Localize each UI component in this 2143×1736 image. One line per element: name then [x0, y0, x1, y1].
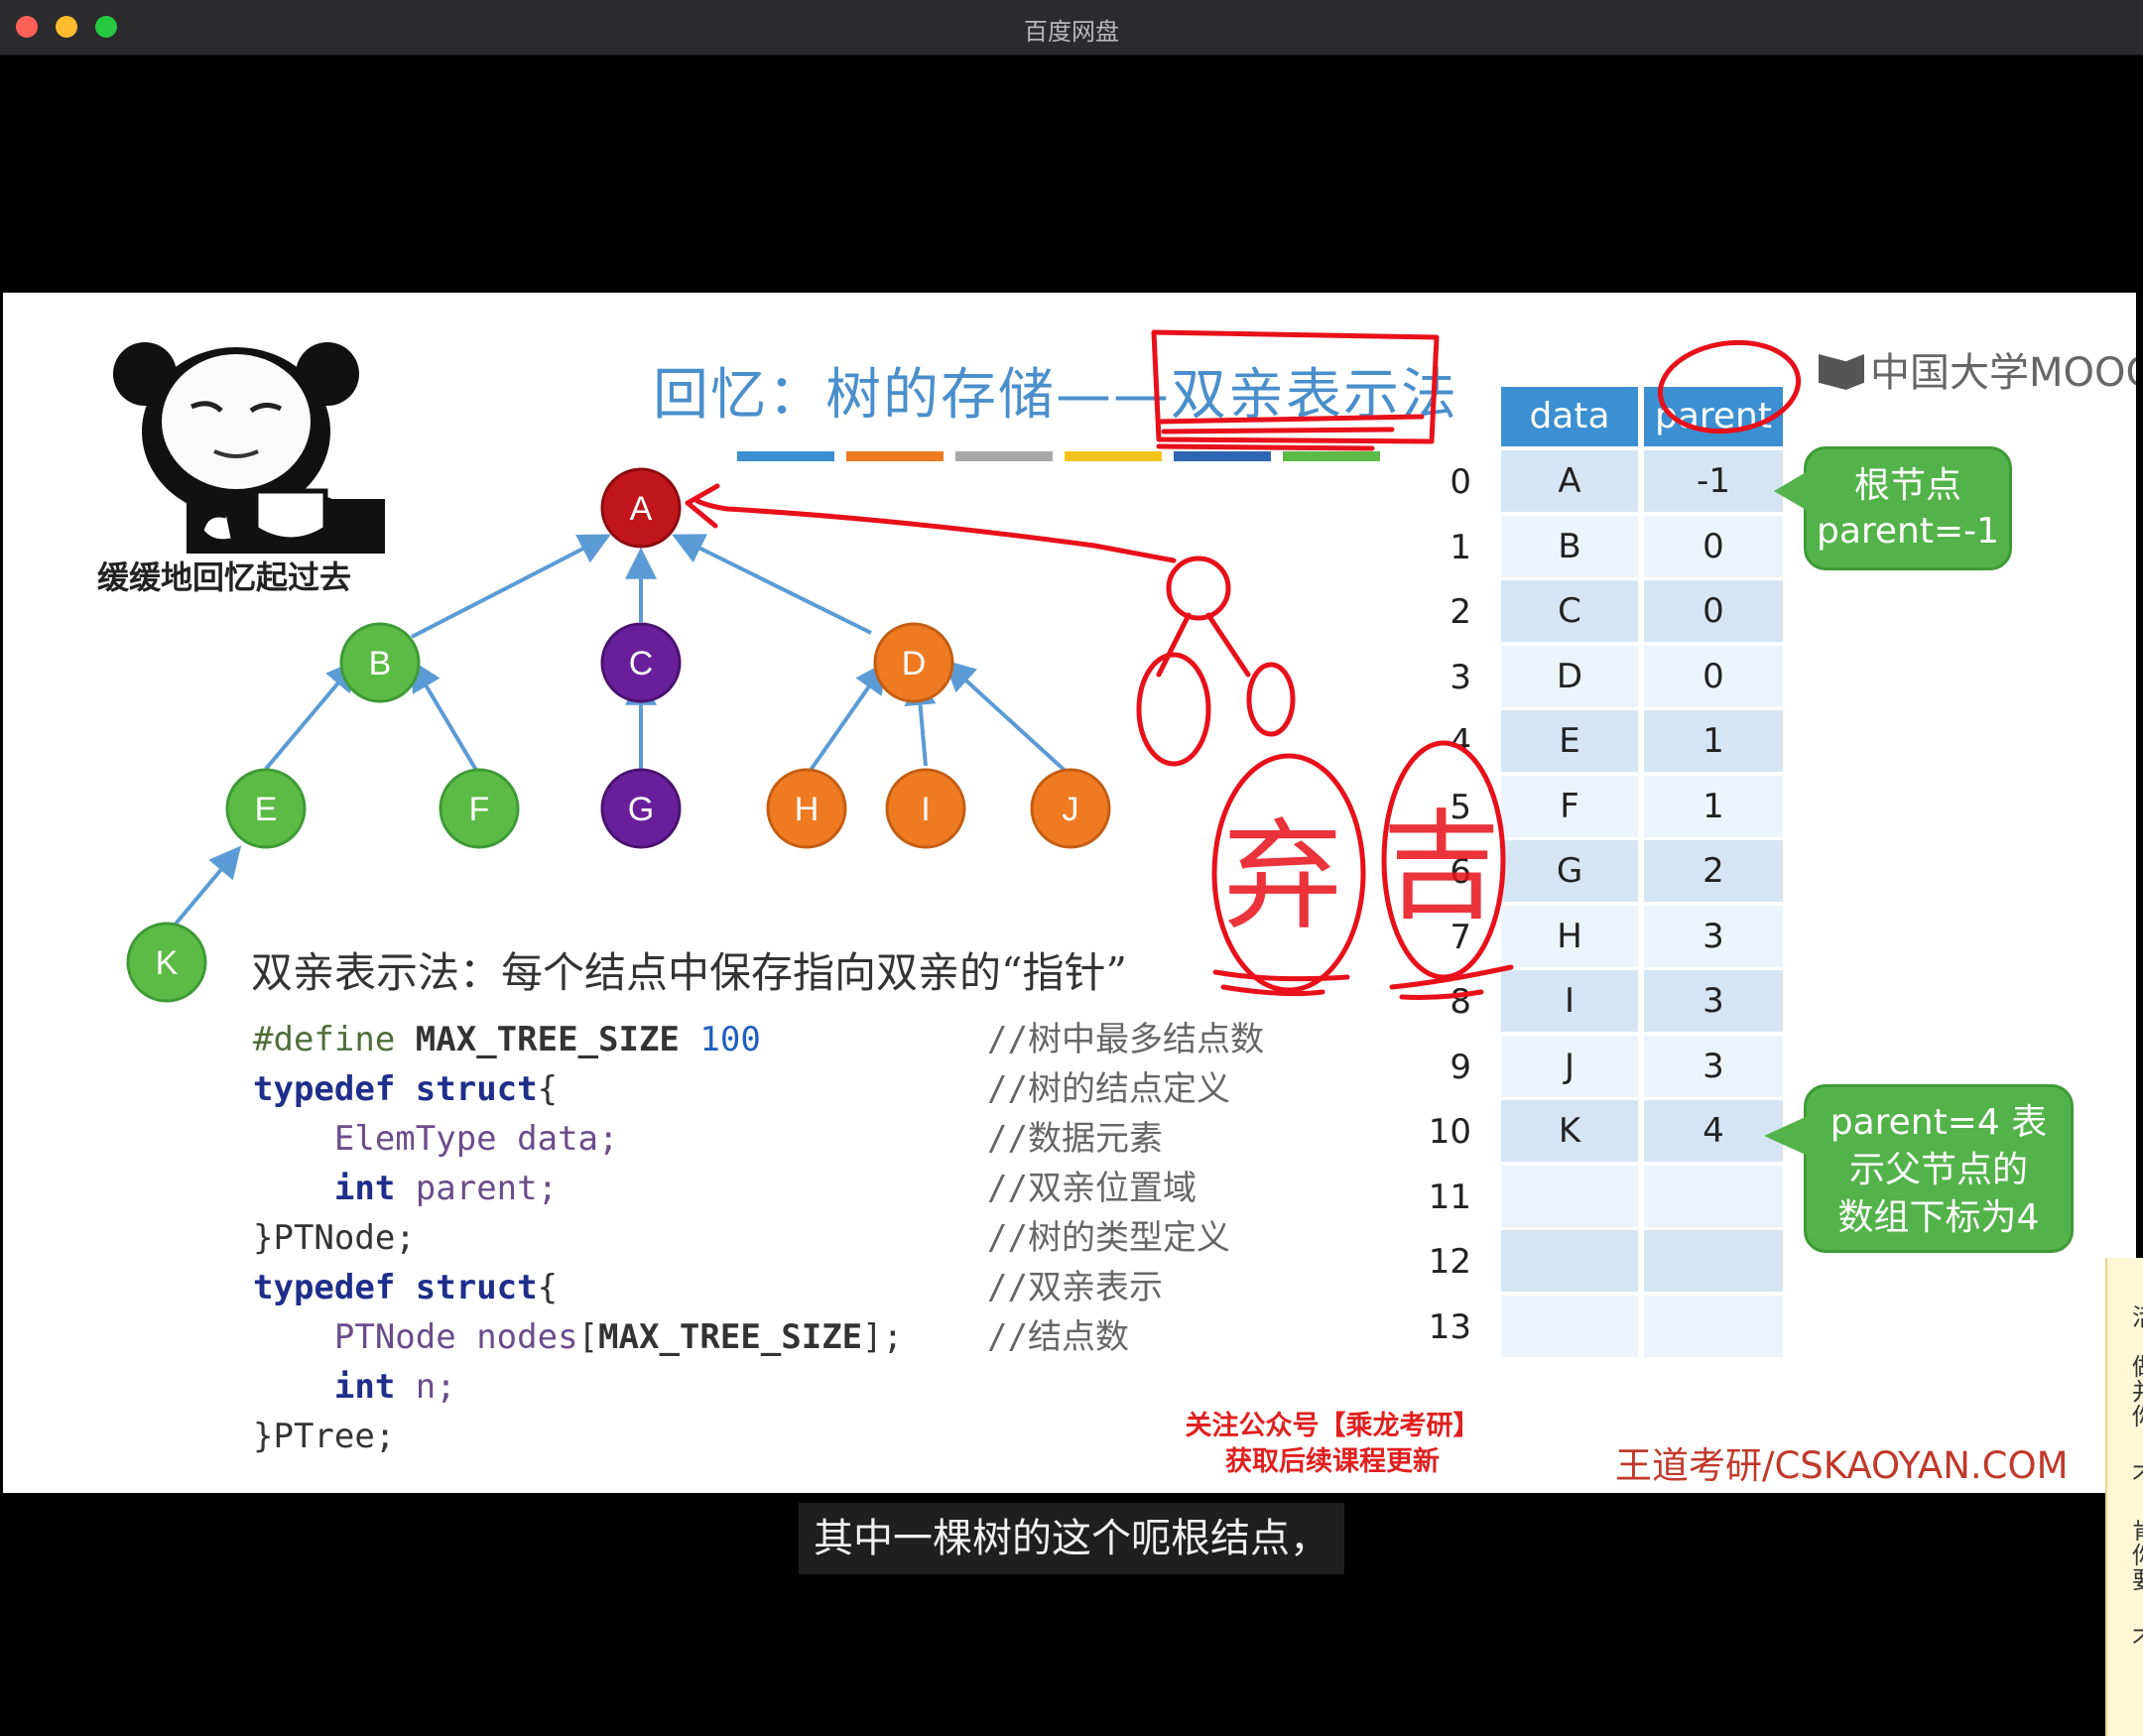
handwritten-char: 弃 — [1223, 808, 1342, 946]
side-panel-char: 活 — [2132, 1298, 2143, 1332]
handwritten-char: 吉 — [1382, 799, 1501, 936]
handwritten-annotations: 弃 吉 — [685, 329, 1802, 1000]
side-notes-panel[interactable]: 活做并你不肯你要不 — [2105, 1258, 2143, 1736]
video-frame-slide[interactable]: 缓缓地回忆起过去 回忆：树的存储——双亲表示法 中国大学MOOC A B C D… — [3, 293, 2136, 1493]
video-subtitle: 其中一棵树的这个呃根结点， — [799, 1503, 1344, 1574]
window-titlebar: 百度网盘 — [0, 0, 2143, 56]
side-panel-char: 不 — [2132, 1456, 2143, 1491]
side-panel-char: 要 — [2132, 1560, 2143, 1595]
window-title: 百度网盘 — [1024, 18, 1119, 46]
side-panel-char: 不 — [2132, 1620, 2143, 1655]
side-panel-char: 你 — [2132, 1397, 2143, 1431]
